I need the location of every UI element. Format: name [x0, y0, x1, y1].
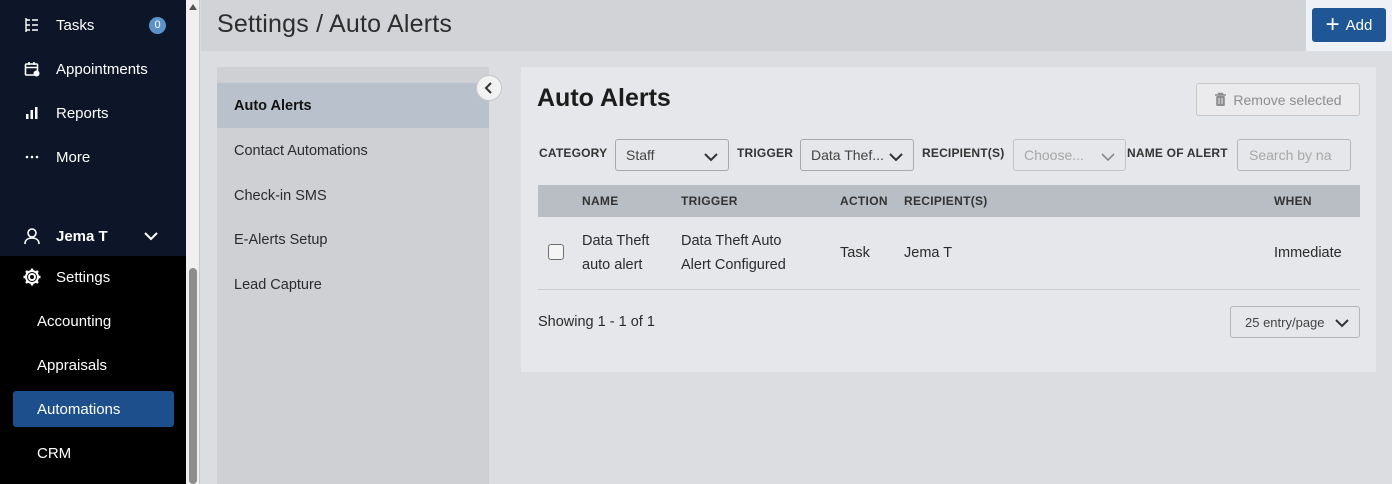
- row-trigger: Data Theft Auto Alert Configured: [681, 229, 786, 277]
- row-when: Immediate: [1274, 245, 1342, 261]
- settings-subnav: Auto Alerts Contact Automations Check-in…: [217, 67, 489, 484]
- tasks-count-badge: 0: [149, 16, 166, 34]
- trigger-select[interactable]: Data Thef...: [800, 139, 914, 171]
- remove-selected-button[interactable]: Remove selected: [1196, 83, 1360, 116]
- add-button[interactable]: + Add: [1312, 8, 1386, 42]
- settings-item-accounting[interactable]: Accounting: [13, 303, 174, 339]
- bar-chart-icon: [22, 103, 42, 123]
- column-header-name[interactable]: NAME: [582, 194, 619, 208]
- nav-item-label: Tasks: [56, 16, 95, 34]
- category-label: CATEGORY: [539, 146, 608, 160]
- column-header-action[interactable]: ACTION: [840, 194, 888, 208]
- alert-name-search-input[interactable]: Search by na: [1237, 139, 1351, 171]
- nav-item-appointments[interactable]: Appointments: [0, 49, 186, 89]
- gear-icon: [22, 267, 42, 287]
- column-header-recipients[interactable]: RECIPIENT(S): [904, 194, 988, 208]
- recipients-label: RECIPIENT(S): [922, 146, 1005, 160]
- page-size-value: 25 entry/page: [1245, 314, 1325, 330]
- nav-item-label: Settings: [56, 268, 111, 286]
- auto-alerts-card: Auto Alerts Remove selected CATEGORY Sta…: [521, 67, 1376, 372]
- subnav-item-check-in-sms[interactable]: Check-in SMS: [217, 173, 489, 218]
- left-nav: Tasks 0 Appointments Reports More Jema T: [0, 0, 186, 484]
- table-header: NAME TRIGGER ACTION RECIPIENT(S) WHEN: [538, 185, 1360, 217]
- row-checkbox[interactable]: [548, 244, 564, 260]
- card-title: Auto Alerts: [537, 84, 671, 112]
- settings-item-automations[interactable]: Automations: [13, 391, 174, 427]
- chevron-down-icon: [1335, 316, 1349, 331]
- calendar-icon: [22, 59, 42, 79]
- trigger-value: Data Thef...: [811, 147, 884, 163]
- nav-item-label: More: [56, 148, 91, 166]
- nav-item-tasks[interactable]: Tasks 0: [0, 5, 186, 45]
- subnav-item-contact-automations[interactable]: Contact Automations: [217, 128, 489, 173]
- subnav-item-auto-alerts[interactable]: Auto Alerts: [217, 83, 489, 128]
- collapse-subnav-button[interactable]: [476, 75, 502, 101]
- plus-icon: +: [1325, 11, 1340, 38]
- row-trigger-line: Alert Configured: [681, 257, 786, 273]
- pagination-summary: Showing 1 - 1 of 1: [538, 314, 655, 330]
- row-name-line: Data Theft: [582, 233, 650, 249]
- remove-selected-label: Remove selected: [1233, 91, 1342, 108]
- row-name: Data Theft auto alert: [582, 229, 649, 277]
- chevron-down-icon: [144, 231, 158, 241]
- table-row[interactable]: Data Theft auto alert Data Theft Auto Al…: [538, 217, 1360, 290]
- scroll-thumb[interactable]: [189, 268, 197, 484]
- subnav-item-e-alerts-setup[interactable]: E-Alerts Setup: [217, 217, 489, 262]
- add-button-label: Add: [1345, 16, 1373, 34]
- tasks-icon: [22, 15, 42, 35]
- scroll-up-arrow-icon[interactable]: [189, 4, 197, 10]
- row-recipients: Jema T: [904, 245, 953, 261]
- nav-item-settings[interactable]: Settings: [0, 257, 186, 297]
- chevron-down-icon: [704, 149, 718, 165]
- category-value: Staff: [626, 147, 655, 163]
- nav-item-label: Appointments: [56, 60, 148, 78]
- chevron-down-icon: [1101, 149, 1115, 165]
- page-title: Settings / Auto Alerts: [217, 10, 453, 38]
- chevron-down-icon: [889, 149, 903, 165]
- settings-item-appraisals[interactable]: Appraisals: [13, 347, 174, 383]
- page-header: Settings / Auto Alerts + Add: [201, 0, 1392, 51]
- subnav-item-lead-capture[interactable]: Lead Capture: [217, 262, 489, 307]
- column-header-trigger[interactable]: TRIGGER: [681, 194, 738, 208]
- nav-item-more[interactable]: More: [0, 137, 186, 177]
- row-name-line: auto alert: [582, 257, 643, 273]
- name-of-alert-label: NAME OF ALERT: [1127, 146, 1228, 160]
- column-header-when[interactable]: WHEN: [1274, 194, 1312, 208]
- ellipsis-icon: [22, 147, 42, 167]
- trash-icon: [1214, 92, 1227, 107]
- nav-item-reports[interactable]: Reports: [0, 93, 186, 133]
- nav-scrollbar[interactable]: [186, 0, 200, 484]
- category-select[interactable]: Staff: [615, 139, 729, 171]
- user-menu[interactable]: Jema T: [0, 216, 186, 256]
- nav-item-label: Reports: [56, 104, 109, 122]
- page-size-select[interactable]: 25 entry/page: [1230, 306, 1360, 338]
- row-action: Task: [840, 245, 870, 261]
- add-button-area: + Add: [1306, 0, 1392, 51]
- user-name: Jema T: [56, 227, 108, 245]
- row-trigger-line: Data Theft Auto: [681, 233, 782, 249]
- chevron-left-icon: [484, 82, 494, 94]
- recipients-placeholder: Choose...: [1024, 147, 1084, 163]
- settings-item-crm[interactable]: CRM: [13, 435, 174, 471]
- user-icon: [22, 226, 42, 246]
- recipients-select[interactable]: Choose...: [1013, 139, 1126, 171]
- trigger-label: TRIGGER: [737, 146, 794, 160]
